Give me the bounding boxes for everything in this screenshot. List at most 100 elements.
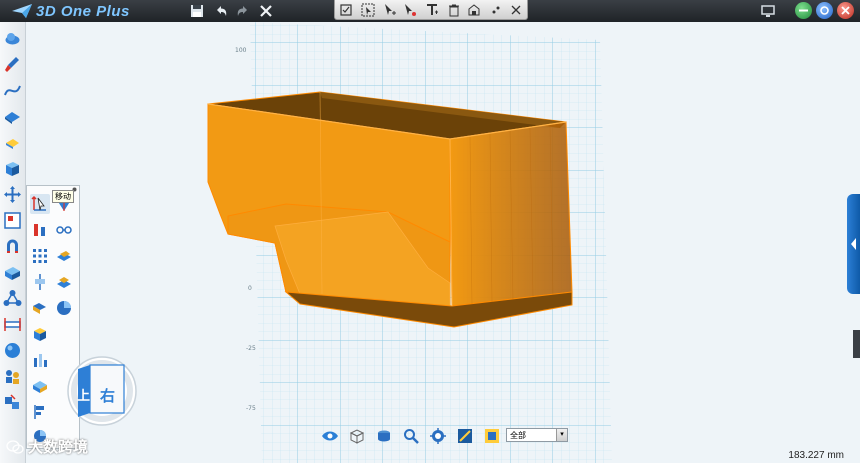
people-icon	[6, 370, 19, 384]
monitor-icon[interactable]	[760, 3, 776, 19]
cube-small-subtool[interactable]	[30, 324, 50, 344]
app-title: 3D One Plus	[36, 2, 130, 20]
move-icon	[31, 195, 46, 211]
view-fit-button[interactable]	[429, 427, 447, 445]
close-icon	[511, 5, 521, 14]
help-button[interactable]	[816, 2, 833, 19]
select-all-icon	[361, 3, 375, 16]
move-subtool[interactable]	[30, 194, 50, 214]
curve-icon	[4, 85, 21, 96]
cloud-icon	[5, 33, 20, 45]
box-tool[interactable]	[3, 263, 22, 282]
stack-icon	[33, 381, 47, 393]
move-tool[interactable]	[3, 185, 22, 204]
render-button[interactable]	[456, 427, 474, 445]
save-button[interactable]	[187, 1, 207, 21]
right-panel-tab[interactable]	[853, 330, 860, 358]
align-subtool[interactable]	[30, 272, 50, 292]
brush-icon	[5, 57, 19, 72]
curve-tool[interactable]	[3, 81, 22, 100]
delete-button[interactable]	[256, 1, 276, 21]
mirror-subtool[interactable]	[54, 272, 74, 292]
minimize-button[interactable]	[795, 2, 812, 19]
filter-dropdown-value: 全部	[510, 431, 526, 440]
combine-icon	[5, 394, 19, 409]
zoom-icon	[404, 429, 419, 444]
undo-button[interactable]	[211, 1, 231, 21]
measure-icon	[4, 318, 21, 331]
grid-tool[interactable]	[3, 211, 22, 230]
pie-subtool[interactable]	[54, 298, 74, 318]
frame-button[interactable]	[483, 427, 501, 445]
right-panel-toggle[interactable]	[847, 194, 860, 294]
paint-bucket-tool[interactable]	[3, 133, 22, 152]
select-all-button[interactable]	[359, 1, 377, 18]
redo-icon	[237, 6, 247, 16]
filter-dropdown[interactable]: 全部 ▾	[506, 428, 568, 442]
watermark: 大数跨境	[6, 436, 88, 457]
flag-subtool[interactable]	[30, 402, 50, 422]
stack-subtool[interactable]	[30, 376, 50, 396]
text-button[interactable]	[423, 1, 441, 18]
pick-icon	[385, 3, 396, 15]
sphere-icon	[5, 343, 20, 358]
network-tool[interactable]	[3, 289, 22, 308]
align-icon	[35, 274, 45, 290]
sketch-icon	[5, 112, 20, 124]
rotate-subtool[interactable]	[30, 298, 50, 318]
pick-filter-icon	[405, 3, 416, 16]
paint-icon	[468, 3, 480, 15]
link-subtool[interactable]	[54, 220, 74, 240]
flag-icon	[34, 405, 44, 419]
help-icon	[820, 6, 829, 15]
combine-tool[interactable]	[3, 393, 22, 412]
zoom-button[interactable]	[402, 427, 420, 445]
title-bar: 3D One Plus	[0, 0, 860, 22]
chart-icon	[34, 354, 47, 367]
select-button[interactable]	[337, 1, 355, 18]
chevron-down-icon[interactable]: ▾	[556, 429, 567, 441]
view-cube[interactable]: 上 右	[66, 355, 138, 427]
array-subtool[interactable]	[30, 246, 50, 266]
tooltip: 移动	[52, 190, 74, 203]
mirror-icon	[57, 277, 71, 288]
array-icon	[33, 249, 47, 263]
network-icon	[3, 290, 22, 306]
undo-icon	[217, 6, 227, 16]
trash-button[interactable]	[445, 1, 463, 18]
redo-button[interactable]	[233, 1, 253, 21]
view-cube-top-label[interactable]: 上	[77, 385, 90, 404]
measure-tool[interactable]	[3, 315, 22, 334]
3d-viewport[interactable]: 100 50 0 -25 -75	[26, 22, 852, 463]
pick-filter-button[interactable]	[401, 1, 419, 18]
paint-button[interactable]	[465, 1, 483, 18]
close-button[interactable]	[837, 2, 854, 19]
cube-tool[interactable]	[3, 159, 22, 178]
left-toolbar	[0, 22, 26, 463]
magnet-tool[interactable]	[3, 237, 22, 256]
scale-subtool[interactable]	[30, 220, 50, 240]
view-cube-right-label[interactable]: 右	[100, 385, 115, 406]
people-tool[interactable]	[3, 367, 22, 386]
layers-button[interactable]	[375, 427, 393, 445]
pick-button[interactable]	[381, 1, 399, 18]
pattern-subtool[interactable]	[54, 246, 74, 266]
wireframe-button[interactable]	[348, 427, 366, 445]
cloud-tool[interactable]	[3, 29, 22, 48]
axis-label: 100	[235, 47, 247, 54]
view-fit-icon	[430, 428, 446, 444]
close-toolbar-button[interactable]	[507, 1, 525, 18]
wire-cube-icon	[349, 429, 365, 444]
magnet-icon	[7, 239, 18, 253]
sketch-tool[interactable]	[3, 107, 22, 126]
visibility-button[interactable]	[321, 427, 339, 445]
grid-and-model: 100 50 0 -25 -75	[207, 22, 612, 463]
axis-label: -25	[246, 345, 256, 352]
layers-icon	[378, 430, 390, 442]
move-icon	[4, 186, 21, 203]
select-icon	[340, 3, 352, 16]
chart-subtool[interactable]	[30, 350, 50, 370]
sphere-tool[interactable]	[3, 341, 22, 360]
brush-tool[interactable]	[3, 55, 22, 74]
point-button[interactable]	[487, 1, 505, 18]
